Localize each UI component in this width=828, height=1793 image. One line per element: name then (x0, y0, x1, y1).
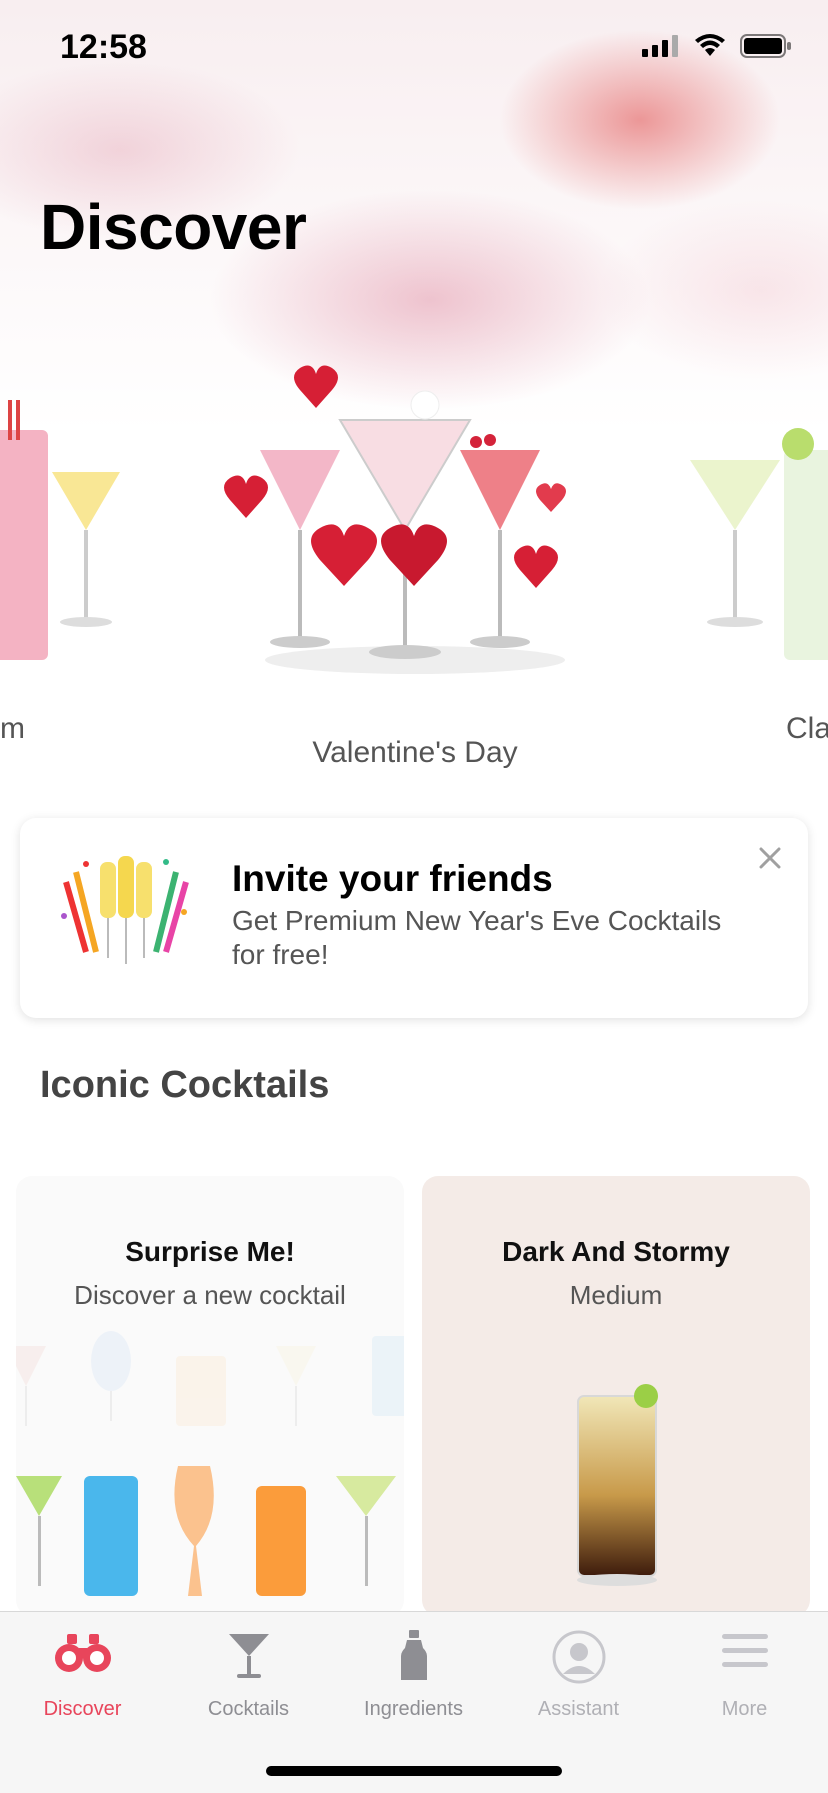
themes-carousel[interactable]: m Valentine's Day Cla (0, 360, 828, 780)
card-title: Dark And Stormy (502, 1236, 730, 1267)
carousel-slide-left[interactable]: m (0, 360, 160, 750)
dark-and-stormy-image (577, 1384, 658, 1586)
bartender-icon (552, 1630, 605, 1684)
tab-cocktails[interactable]: Cocktails (166, 1612, 331, 1732)
invite-friends-card[interactable]: Invite your friends Get Premium New Year… (20, 818, 808, 1018)
surprise-me-card[interactable]: Surprise Me! Discover a new cocktail (16, 1176, 404, 1616)
binoculars-icon (54, 1634, 111, 1672)
carousel-slide-right[interactable]: Cla (680, 360, 828, 750)
carousel-slide-label: Cla (786, 712, 828, 745)
bottle-icon (400, 1630, 427, 1680)
tab-label: Assistant (537, 1698, 620, 1720)
tab-label: Ingredients (364, 1698, 463, 1720)
tab-assistant[interactable]: Assistant (496, 1612, 661, 1732)
cellular-signal-icon (642, 35, 678, 57)
martini-glass-icon (228, 1634, 269, 1678)
close-icon[interactable] (752, 840, 788, 876)
wifi-icon (695, 34, 725, 56)
champagne-glasses-image (61, 856, 189, 964)
tab-more[interactable]: More (662, 1612, 827, 1732)
menu-icon (721, 1634, 768, 1667)
status-icons (642, 34, 792, 58)
tab-label: Discover (43, 1698, 122, 1720)
status-bar: 12:58 (0, 0, 828, 100)
battery-icon (740, 34, 791, 58)
carousel-slide-label: Valentine's Day (312, 736, 518, 769)
home-indicator (266, 1766, 562, 1776)
tab-label: Cocktails (207, 1698, 290, 1720)
carousel-slide-valentines[interactable]: Valentine's Day (220, 360, 610, 780)
carousel-slide-label: m (0, 712, 25, 745)
tab-ingredients[interactable]: Ingredients (331, 1612, 496, 1732)
cocktail-image (0, 400, 120, 660)
invite-subtitle: Get Premium New Year's Eve Cocktails for… (232, 905, 722, 970)
card-title: Surprise Me! (125, 1236, 295, 1267)
page-title: Discover (40, 191, 307, 263)
tab-label: More (721, 1698, 768, 1720)
card-subtitle: Discover a new cocktail (74, 1280, 346, 1310)
valentines-cocktails-image (224, 365, 566, 674)
tab-discover[interactable]: Discover (0, 1612, 165, 1732)
dark-and-stormy-card[interactable]: Dark And Stormy Medium (422, 1176, 810, 1616)
status-time: 12:58 (60, 28, 147, 66)
invite-title: Invite your friends (232, 858, 553, 899)
cocktail-image (690, 428, 828, 660)
section-title-iconic-cocktails: Iconic Cocktails (40, 1064, 330, 1106)
assorted-cocktails-image (16, 1331, 404, 1596)
card-subtitle: Medium (569, 1280, 663, 1310)
